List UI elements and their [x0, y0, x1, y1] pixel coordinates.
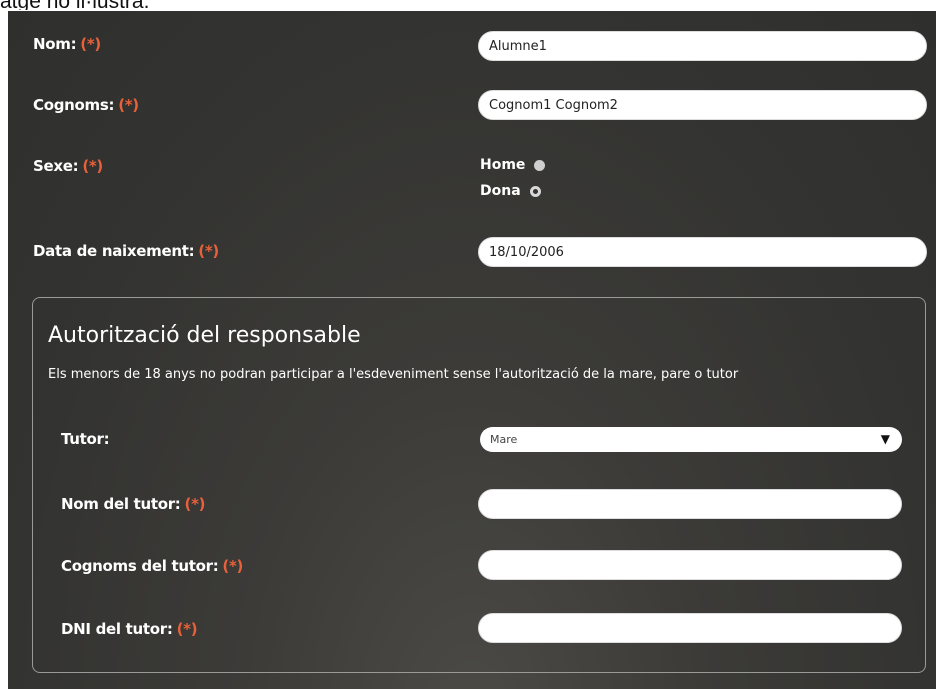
required-mark: (*) [184, 495, 206, 513]
cognoms-label-text: Cognoms: [33, 96, 115, 114]
cognoms-tutor-label-text: Cognoms del tutor: [61, 557, 219, 575]
radio-option-dona[interactable]: Dona [480, 183, 541, 199]
radio-unselected-icon[interactable] [534, 159, 546, 171]
sexe-label: Sexe: (*) [33, 157, 103, 175]
tutor-select-value: Mare [490, 433, 518, 446]
sexe-label-text: Sexe: [33, 157, 79, 175]
required-mark: (*) [222, 557, 244, 575]
tutor-select[interactable]: Mare ▼ [480, 427, 902, 452]
cognoms-tutor-label: Cognoms del tutor: (*) [61, 557, 243, 575]
dni-tutor-label-text: DNI del tutor: [61, 620, 173, 638]
required-mark: (*) [118, 96, 139, 114]
required-mark: (*) [176, 620, 198, 638]
cognoms-label: Cognoms: (*) [33, 96, 139, 114]
dni-tutor-input[interactable] [478, 613, 902, 643]
triangle-down-icon[interactable]: ▼ [881, 427, 890, 452]
authorization-description: Els menors de 18 anys no podran particip… [48, 367, 739, 382]
nom-tutor-label: Nom del tutor: (*) [61, 495, 205, 513]
cognoms-input[interactable]: Cognom1 Cognom2 [478, 90, 927, 120]
nom-tutor-input[interactable] [478, 489, 902, 519]
radio-label-dona: Dona [480, 183, 521, 199]
data-naixement-label-text: Data de naixement: [33, 242, 195, 260]
required-mark: (*) [198, 242, 219, 260]
nom-label-text: Nom: [33, 35, 77, 53]
data-naixement-label: Data de naixement: (*) [33, 242, 219, 260]
tutor-label: Tutor: [61, 430, 110, 448]
nom-tutor-label-text: Nom del tutor: [61, 495, 181, 513]
data-naixement-input[interactable]: 18/10/2006 [478, 237, 927, 267]
radio-selected-icon[interactable] [529, 185, 541, 197]
page-caption: atge no il·lustra. [0, 0, 149, 10]
cognoms-tutor-input[interactable] [478, 550, 902, 580]
required-mark: (*) [80, 35, 101, 53]
authorization-title: Autorització del responsable [48, 323, 361, 348]
nom-input[interactable]: Alumne1 [478, 31, 927, 61]
radio-label-home: Home [480, 157, 526, 173]
dni-tutor-label: DNI del tutor: (*) [61, 620, 198, 638]
radio-option-home[interactable]: Home [480, 157, 546, 173]
required-mark: (*) [82, 157, 103, 175]
nom-label: Nom: (*) [33, 35, 101, 53]
